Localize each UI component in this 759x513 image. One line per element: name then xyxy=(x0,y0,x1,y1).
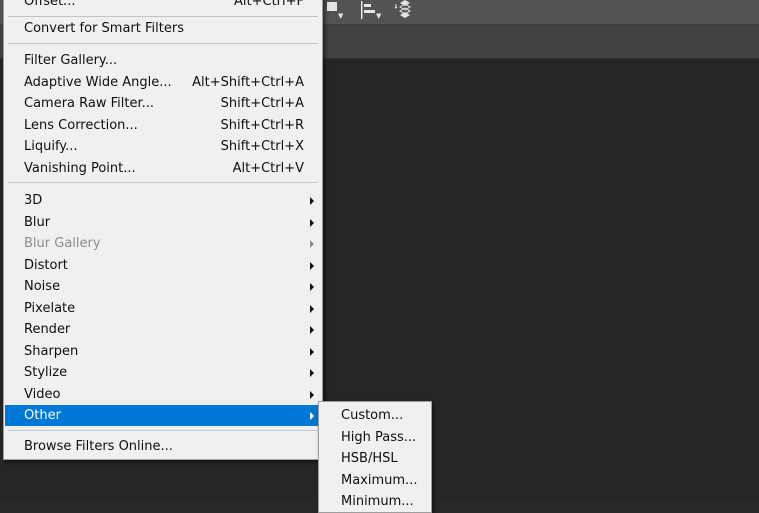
menu-item-label: Pixelate xyxy=(24,300,76,316)
submenu-item-custom[interactable]: Custom... xyxy=(319,405,431,426)
menu-item-shortcut: Alt+Ctrl+F xyxy=(234,0,304,9)
submenu-item-high-pass[interactable]: High Pass... xyxy=(319,427,431,448)
chevron-down-icon[interactable]: ▼ xyxy=(376,12,381,20)
menu-item-label: Camera Raw Filter... xyxy=(24,96,155,111)
menu-item-camera-raw-filter[interactable]: Camera Raw Filter... Shift+Ctrl+A xyxy=(4,93,322,114)
submenu-arrow-icon xyxy=(310,412,314,420)
menu-separator xyxy=(8,43,318,44)
align-icon[interactable] xyxy=(326,0,338,22)
submenu-item-label: Minimum... xyxy=(341,494,414,509)
menu-item-vanishing-point[interactable]: Vanishing Point... Alt+Ctrl+V xyxy=(4,158,322,179)
menu-item-label: Adaptive Wide Angle... xyxy=(24,74,172,90)
submenu-item-hsb-hsl[interactable]: HSB/HSL xyxy=(319,448,431,469)
menu-item-label: Lens Correction... xyxy=(24,117,138,133)
submenu-arrow-icon xyxy=(310,304,314,313)
menu-item-browse-filters-online[interactable]: Browse Filters Online... xyxy=(4,436,322,457)
submenu-arrow-icon xyxy=(310,240,314,248)
submenu-arrow-icon xyxy=(310,326,314,334)
submenu-item-minimum[interactable]: Minimum... xyxy=(319,491,431,512)
menu-item-adaptive-wide-angle[interactable]: Adaptive Wide Angle... Alt+Shift+Ctrl+A xyxy=(4,72,322,93)
chevron-down-icon[interactable]: ▼ xyxy=(338,12,343,20)
menu-separator xyxy=(8,430,318,431)
menu-item-label: 3D xyxy=(24,193,43,208)
menu-item-filter-gallery[interactable]: Filter Gallery... xyxy=(4,50,322,71)
menu-item-label: Vanishing Point... xyxy=(24,160,136,176)
menu-item-label: Distort xyxy=(24,257,68,273)
submenu-arrow-icon xyxy=(310,218,314,227)
menu-separator xyxy=(8,16,318,17)
menu-item-video[interactable]: Video xyxy=(4,384,322,405)
menu-item-label: Blur xyxy=(24,214,51,230)
submenu-item-label: Maximum... xyxy=(341,472,418,488)
menu-item-lens-correction[interactable]: Lens Correction... Shift+Ctrl+R xyxy=(4,115,322,136)
submenu-arrow-icon xyxy=(310,283,314,291)
submenu-arrow-icon xyxy=(310,197,314,205)
menu-item-label: Filter Gallery... xyxy=(24,53,118,68)
menu-item-label: Convert for Smart Filters xyxy=(24,21,184,36)
menu-item-label: Blur Gallery xyxy=(24,236,101,251)
menu-item-other[interactable]: Other xyxy=(5,405,321,426)
menu-item-convert-smart-filters[interactable]: Convert for Smart Filters xyxy=(4,18,322,39)
submenu-arrow-icon xyxy=(310,390,314,399)
menu-item-label: Video xyxy=(24,386,61,402)
menu-item-label: Sharpen xyxy=(24,343,79,359)
submenu-item-label: Custom... xyxy=(341,408,404,423)
menu-item-3d[interactable]: 3D xyxy=(4,190,322,211)
menu-item-pixelate[interactable]: Pixelate xyxy=(4,298,322,319)
menu-item-label: Offset... xyxy=(24,0,76,9)
align-left-icon[interactable] xyxy=(360,0,376,22)
submenu-arrow-icon xyxy=(310,347,314,356)
submenu-arrow-icon xyxy=(310,369,314,377)
menu-item-blur-gallery: Blur Gallery xyxy=(4,233,322,254)
menu-separator xyxy=(8,182,318,183)
menu-item-label: Liquify... xyxy=(24,139,78,154)
menu-item-liquify[interactable]: Liquify... Shift+Ctrl+X xyxy=(4,136,322,157)
distribute-layers-icon[interactable] xyxy=(394,0,416,22)
submenu-item-label: HSB/HSL xyxy=(341,451,398,466)
menu-item-sharpen[interactable]: Sharpen xyxy=(4,341,322,362)
menu-item-shortcut: Shift+Ctrl+X xyxy=(220,139,304,154)
menu-item-noise[interactable]: Noise xyxy=(4,276,322,297)
menu-item-blur[interactable]: Blur xyxy=(4,212,322,233)
menu-item-distort[interactable]: Distort xyxy=(4,255,322,276)
submenu-arrow-icon xyxy=(310,261,314,270)
menu-item-shortcut: Shift+Ctrl+R xyxy=(220,117,305,133)
menu-item-label: Stylize xyxy=(24,365,68,380)
menu-item-stylize[interactable]: Stylize xyxy=(4,362,322,383)
menu-item-shortcut: Alt+Shift+Ctrl+A xyxy=(192,74,304,90)
menu-item-shortcut: Alt+Ctrl+V xyxy=(232,160,304,176)
menu-item-label: Render xyxy=(24,322,71,337)
menu-item-label: Browse Filters Online... xyxy=(24,439,173,454)
filter-menu: Offset... Alt+Ctrl+F Convert for Smart F… xyxy=(3,0,323,460)
menu-item-label: Noise xyxy=(24,279,61,294)
menu-item-render[interactable]: Render xyxy=(4,319,322,340)
menu-item-offset[interactable]: Offset... Alt+Ctrl+F xyxy=(4,0,322,12)
submenu-item-label: High Pass... xyxy=(341,429,417,445)
menu-item-label: Other xyxy=(24,408,61,423)
other-submenu: Custom... High Pass... HSB/HSL Maximum..… xyxy=(318,401,432,513)
submenu-item-maximum[interactable]: Maximum... xyxy=(319,470,431,491)
menu-item-shortcut: Shift+Ctrl+A xyxy=(220,96,304,111)
